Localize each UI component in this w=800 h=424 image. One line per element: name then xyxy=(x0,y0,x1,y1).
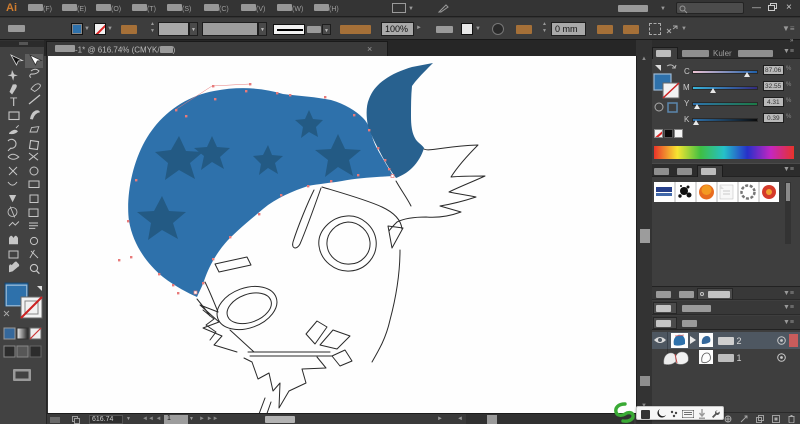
svg-text:T: T xyxy=(10,95,18,109)
